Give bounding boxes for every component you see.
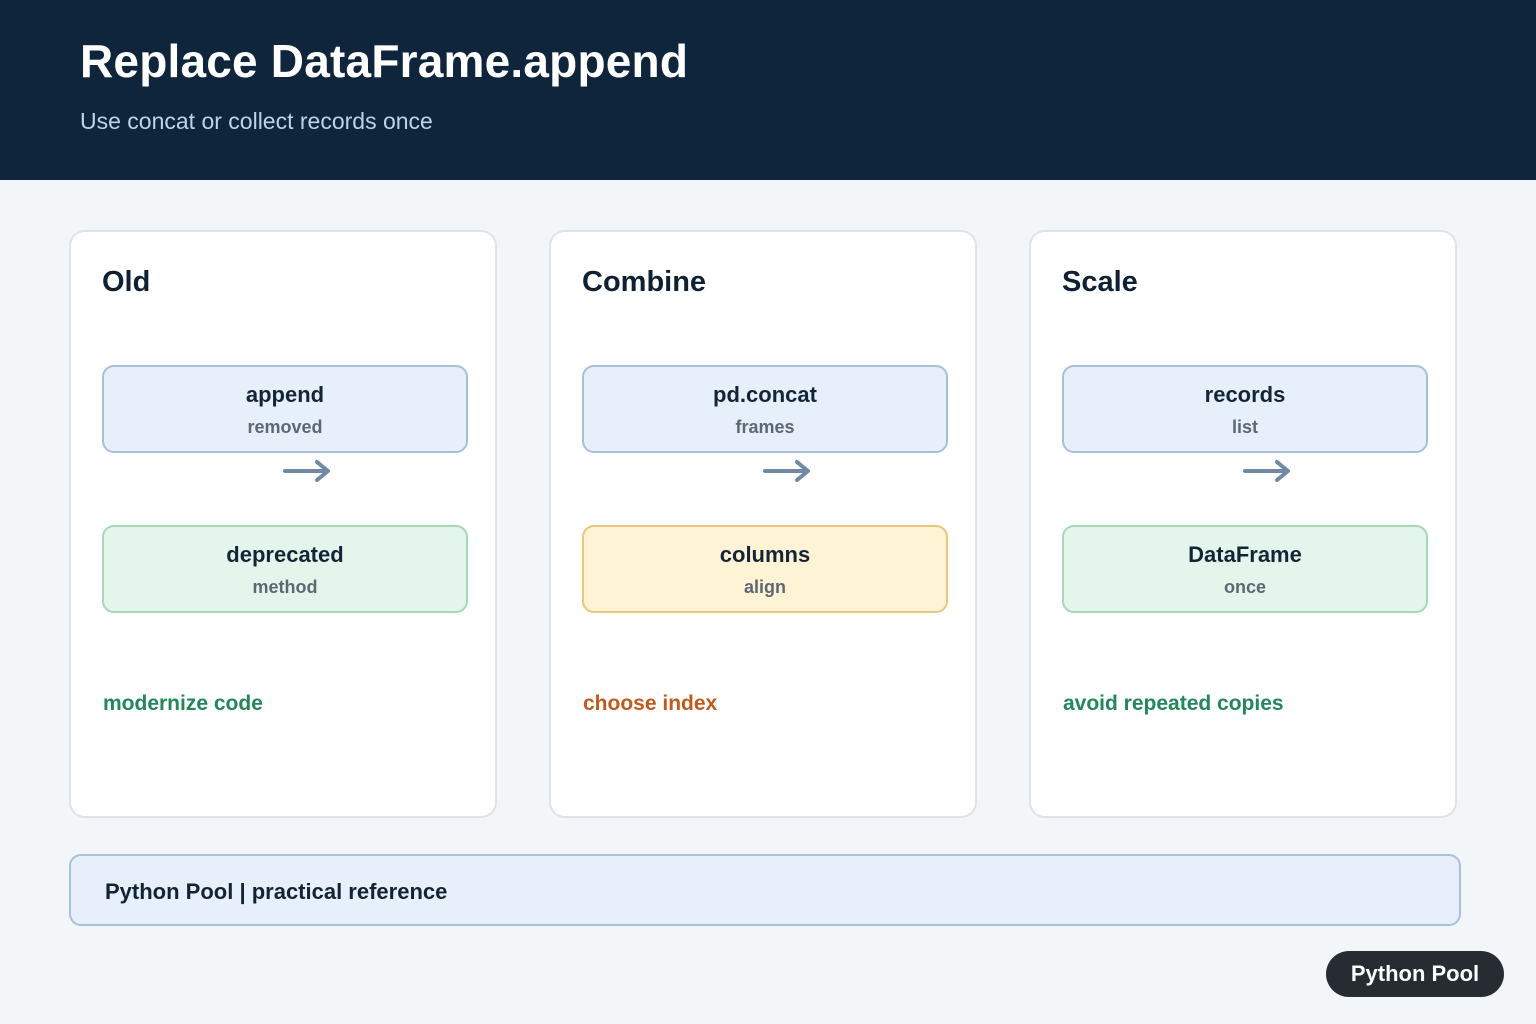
box-pd-concat: pd.concat frames bbox=[582, 365, 948, 453]
card-note: modernize code bbox=[103, 692, 263, 715]
footer-bar: Python Pool | practical reference bbox=[69, 854, 1461, 926]
box-deprecated: deprecated method bbox=[102, 525, 468, 613]
box-dataframe: DataFrame once bbox=[1062, 525, 1428, 613]
box-records: records list bbox=[1062, 365, 1428, 453]
box-sublabel: method bbox=[252, 577, 318, 597]
card-note: choose index bbox=[583, 692, 718, 715]
box-sublabel: once bbox=[1223, 577, 1266, 597]
box-label: append bbox=[245, 382, 325, 407]
box-label: pd.concat bbox=[713, 382, 817, 407]
card-combine: Combine pd.concat frames columns align c… bbox=[549, 230, 977, 818]
box-append: append removed bbox=[102, 365, 468, 453]
page-title: Replace DataFrame.append bbox=[80, 35, 689, 87]
box-sublabel: removed bbox=[247, 417, 323, 437]
card-title: Scale bbox=[1062, 266, 1138, 298]
card-title: Old bbox=[102, 266, 151, 298]
arrow-right-icon bbox=[283, 460, 330, 482]
arrow-right-icon bbox=[1243, 460, 1290, 482]
box-sublabel: align bbox=[743, 577, 786, 597]
card-scale: Scale records list DataFrame once avoid … bbox=[1029, 230, 1457, 818]
box-label: columns bbox=[719, 542, 811, 567]
header-banner: Replace DataFrame.append Use concat or c… bbox=[0, 0, 1536, 180]
page-subtitle: Use concat or collect records once bbox=[80, 108, 433, 134]
box-label: deprecated bbox=[226, 542, 344, 567]
card-title: Combine bbox=[582, 266, 707, 298]
box-sublabel: frames bbox=[735, 417, 795, 437]
box-label: DataFrame bbox=[1188, 542, 1302, 567]
arrow-right-icon bbox=[763, 460, 810, 482]
box-columns: columns align bbox=[582, 525, 948, 613]
brand-badge: Python Pool bbox=[1326, 951, 1504, 997]
box-label: records bbox=[1204, 382, 1286, 407]
footer-text: Python Pool | practical reference bbox=[105, 879, 448, 904]
card-note: avoid repeated copies bbox=[1063, 692, 1284, 715]
box-sublabel: list bbox=[1231, 417, 1258, 437]
card-old: Old append removed deprecated method mod… bbox=[69, 230, 497, 818]
